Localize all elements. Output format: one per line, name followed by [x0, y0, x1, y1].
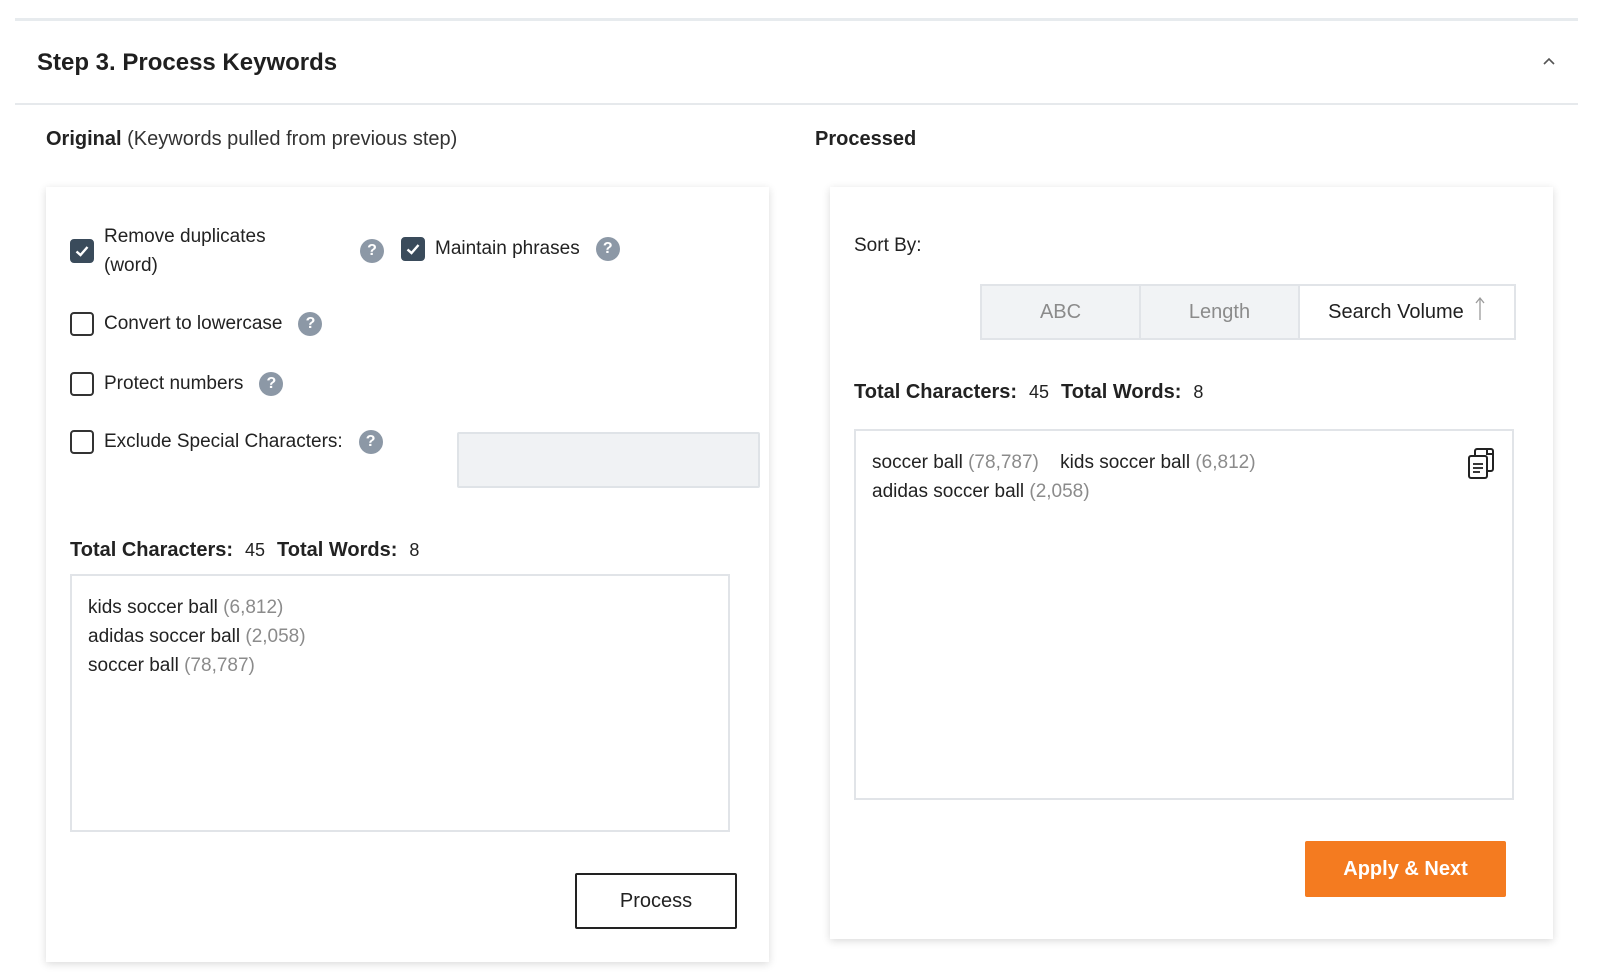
total-words-value: 8 — [1193, 382, 1204, 402]
sort-abc-button[interactable]: ABC — [982, 286, 1141, 338]
keyword-text: kids soccer ball — [1060, 452, 1191, 473]
total-words-label: Total Words: — [1061, 381, 1182, 403]
convert-lowercase-label: Convert to lowercase — [104, 313, 283, 334]
question-circle-icon[interactable]: ? — [360, 239, 384, 263]
total-characters-label: Total Characters: — [854, 381, 1018, 403]
original-card: Remove duplicates (word) ? Maintain phra… — [46, 187, 769, 962]
arrow-up-icon — [1474, 296, 1486, 328]
keyword-volume: (6,812) — [223, 597, 284, 618]
keyword-line: adidas soccer ball (2,058) — [88, 622, 712, 651]
question-circle-icon[interactable]: ? — [358, 430, 383, 454]
exclude-special-characters-input[interactable] — [457, 432, 760, 488]
convert-lowercase-option: Convert to lowercase ? — [70, 312, 323, 336]
sort-length-button[interactable]: Length — [1141, 286, 1300, 338]
remove-duplicates-option: Remove duplicates (word) — [70, 222, 266, 280]
sort-search-volume-button[interactable]: Search Volume — [1300, 286, 1514, 338]
total-words-value: 8 — [409, 540, 420, 560]
keyword-volume: (78,787) — [968, 452, 1039, 473]
remove-duplicates-checkbox[interactable] — [70, 239, 94, 263]
keyword-line: soccer ball (78,787) — [88, 651, 712, 680]
chevron-up-icon[interactable] — [1538, 51, 1560, 73]
remove-duplicates-label-line1: Remove duplicates — [104, 226, 266, 247]
process-keywords-panel: Step 3. Process Keywords Original (Keywo… — [15, 18, 1578, 970]
question-circle-icon[interactable]: ? — [259, 372, 284, 396]
keyword-text: soccer ball — [872, 452, 963, 473]
original-totals: Total Characters: 45 Total Words: 8 — [70, 539, 419, 562]
maintain-phrases-option: Maintain phrases ? — [401, 237, 620, 261]
keyword-text: adidas soccer ball — [88, 626, 241, 647]
keyword-text: soccer ball — [88, 655, 179, 676]
sort-by-label: Sort By: — [854, 235, 922, 256]
question-circle-icon[interactable]: ? — [595, 237, 620, 261]
panel-header[interactable]: Step 3. Process Keywords — [15, 21, 1578, 105]
original-label: Original — [46, 128, 122, 150]
protect-numbers-checkbox[interactable] — [70, 372, 94, 396]
processed-totals: Total Characters: 45 Total Words: 8 — [854, 381, 1203, 404]
protect-numbers-option: Protect numbers ? — [70, 372, 284, 396]
panel-title: Step 3. Process Keywords — [37, 49, 338, 76]
convert-lowercase-checkbox[interactable] — [70, 312, 94, 336]
total-characters-label: Total Characters: — [70, 539, 234, 561]
exclude-special-label: Exclude Special Characters: — [104, 431, 343, 452]
copy-clipboard-icon[interactable] — [1466, 447, 1498, 481]
original-keywords-textarea[interactable]: kids soccer ball (6,812) adidas soccer b… — [70, 574, 730, 832]
total-characters-value: 45 — [245, 540, 266, 560]
keyword-volume: (2,058) — [245, 626, 306, 647]
keyword-volume: (6,812) — [1195, 452, 1256, 473]
protect-numbers-label: Protect numbers — [104, 373, 244, 394]
process-button[interactable]: Process — [575, 873, 737, 929]
keyword-line: kids soccer ball (6,812) — [88, 593, 712, 622]
keyword-text: kids soccer ball — [88, 597, 218, 618]
maintain-phrases-label: Maintain phrases — [435, 238, 580, 259]
total-words-label: Total Words: — [277, 539, 398, 561]
processed-card: Sort By: ABC Length Search Volume Total … — [830, 187, 1553, 939]
original-note: (Keywords pulled from previous step) — [127, 128, 458, 150]
keyword-item: kids soccer ball (6,812) — [1060, 452, 1255, 473]
processed-keywords-output[interactable]: soccer ball (78,787) kids soccer ball (6… — [854, 429, 1514, 800]
sort-search-volume-label: Search Volume — [1328, 300, 1464, 323]
keyword-volume: (78,787) — [184, 655, 255, 676]
processed-section-label: Processed — [815, 128, 916, 151]
remove-duplicates-label-line2: (word) — [104, 255, 158, 276]
question-circle-icon[interactable]: ? — [298, 312, 323, 336]
maintain-phrases-checkbox[interactable] — [401, 237, 425, 261]
exclude-special-checkbox[interactable] — [70, 430, 94, 454]
remove-duplicates-label: Remove duplicates (word) — [104, 222, 266, 280]
keyword-item: soccer ball (78,787) — [872, 452, 1039, 473]
processed-keyword-list: soccer ball (78,787) kids soccer ball (6… — [872, 448, 1452, 506]
keyword-item: adidas soccer ball (2,058) — [872, 481, 1090, 502]
keyword-text: adidas soccer ball — [872, 481, 1025, 502]
sort-toggle-group: ABC Length Search Volume — [980, 284, 1516, 340]
processed-label: Processed — [815, 128, 917, 150]
keyword-volume: (2,058) — [1029, 481, 1090, 502]
exclude-special-option: Exclude Special Characters: ? — [70, 430, 383, 454]
apply-next-button[interactable]: Apply & Next — [1305, 841, 1506, 897]
total-characters-value: 45 — [1029, 382, 1050, 402]
original-section-label: Original (Keywords pulled from previous … — [46, 128, 457, 151]
